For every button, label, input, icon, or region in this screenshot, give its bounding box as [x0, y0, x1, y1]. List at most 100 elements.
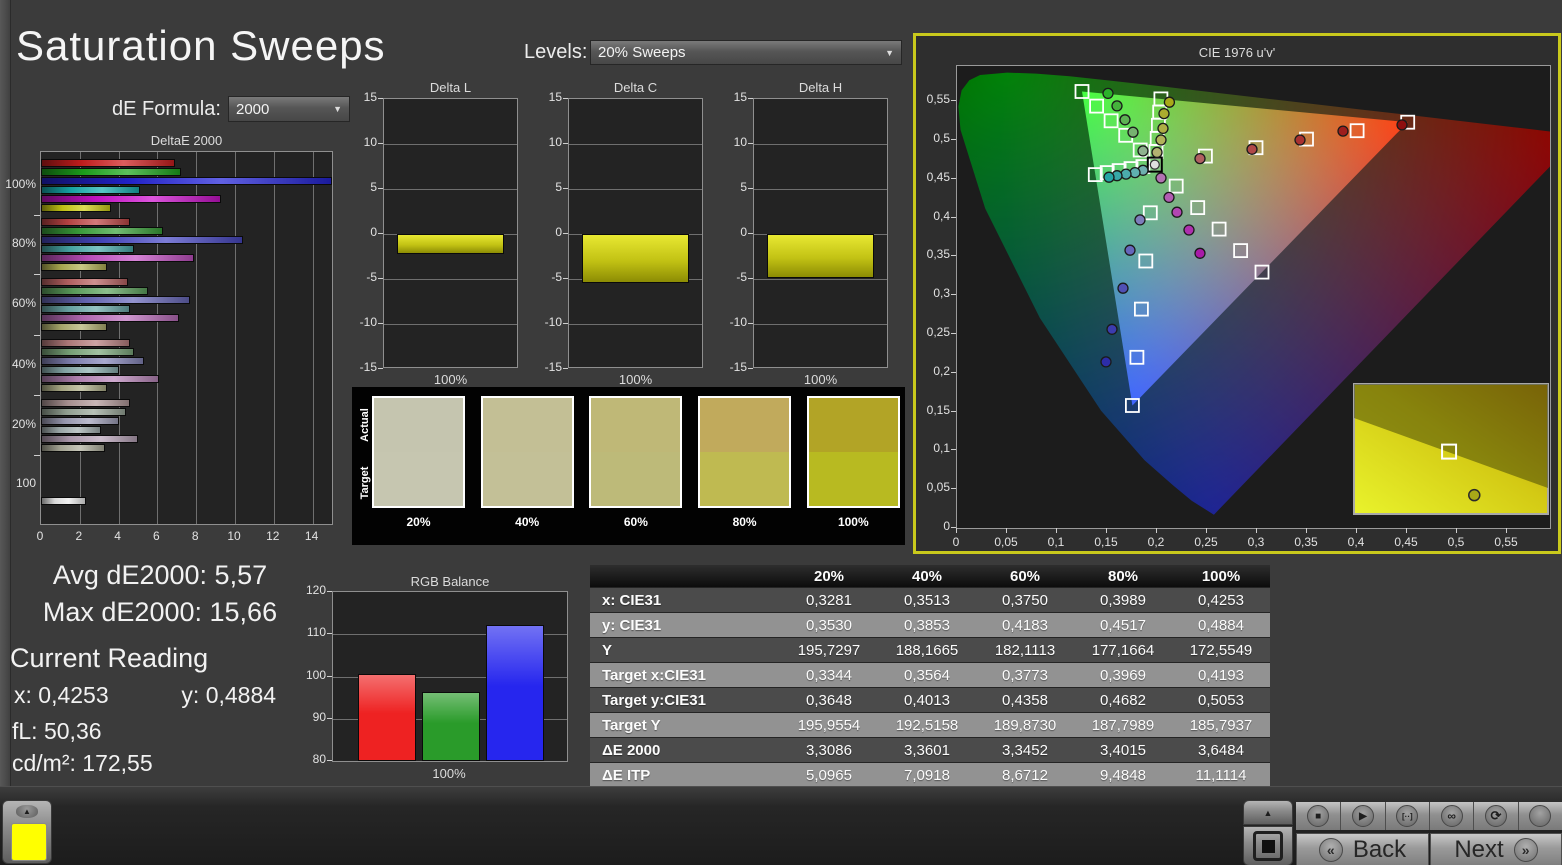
delta_l-chart[interactable] [383, 98, 518, 368]
group-label: 100% [5, 177, 36, 191]
table-cell: 0,4013 [878, 687, 976, 713]
levels-dropdown[interactable]: 20% Sweeps ▼ [590, 40, 902, 65]
axis-tick [951, 371, 956, 373]
marker-button[interactable]: [··] [1384, 802, 1429, 830]
y-tick-label: 0 [370, 225, 377, 239]
axis-tick [1456, 528, 1457, 533]
axis-tick [1056, 528, 1057, 533]
actual-target-swatch-panel: Actual Target 20% 40% 60% 80% 100% [352, 387, 905, 545]
chevron-down-icon: ▼ [333, 104, 342, 114]
deltae-bar-blue [41, 417, 119, 425]
target-swatch [374, 452, 463, 506]
measured-point-magenta [1155, 172, 1167, 184]
pattern-window-button[interactable]: ▲ [2, 800, 52, 864]
deltae-bar-red [41, 339, 131, 347]
table-cell: 0,3989 [1074, 587, 1172, 613]
current-reading-title: Current Reading [10, 643, 209, 673]
deltae-bar-cyan [41, 245, 135, 253]
measured-point-green [1102, 87, 1114, 100]
table-cell: 188,1665 [878, 637, 976, 663]
actual-swatch [482, 398, 572, 452]
fl-reading: fL: 50,36 [12, 718, 102, 744]
axis-tick [378, 368, 383, 369]
measured-point-yellow [1163, 96, 1176, 108]
axis-tick [378, 278, 383, 279]
y-tick-label: -10 [359, 315, 377, 329]
table-cell: 0,3344 [780, 662, 878, 688]
axis-tick [748, 368, 753, 369]
axis-tick [1256, 528, 1257, 533]
delta_h-chart[interactable] [753, 98, 888, 368]
axis-tick [951, 294, 956, 296]
compare-swatch-40% [480, 396, 574, 508]
refresh-icon: ⟳ [1484, 805, 1507, 827]
delta_l-bar [397, 234, 504, 254]
cie-chart-panel[interactable]: CIE 1976 u'v' 0 0,05 0,1 0,15 0,2 0,25 0… [913, 33, 1561, 554]
cie-x-tick: 0,25 [1194, 535, 1218, 549]
table-cell: 0,3513 [878, 587, 976, 613]
table-column-header: 80% [1074, 565, 1172, 588]
table-row: ΔE 2000 3,3086 3,3601 3,3452 3,4015 3,6484 [590, 737, 1270, 763]
table-row-label: Target y:CIE31 [590, 687, 780, 713]
axis-tick [563, 188, 568, 189]
target-row-label: Target [359, 466, 371, 500]
avg-de-stat: Avg dE2000: 5,57 [20, 560, 300, 591]
square-in-square-icon [1253, 831, 1283, 861]
table-cell: 0,4253 [1172, 587, 1270, 613]
cie-y-tick: 0,05 [926, 480, 950, 495]
cie-x-tick: 0,1 [1047, 535, 1065, 549]
collapsed-side-panel[interactable] [0, 0, 11, 865]
blank-button[interactable] [1517, 802, 1562, 830]
play-button[interactable]: ▶ [1340, 802, 1385, 830]
axis-tick [563, 323, 568, 324]
swatch-column-label: 20% [406, 515, 431, 529]
group-label: 60% [11, 296, 36, 310]
deltae-bar-magenta [41, 195, 222, 203]
table-row-label: x: CIE31 [590, 587, 780, 613]
levels-label: Levels: [524, 41, 588, 63]
de-formula-dropdown[interactable]: 2000 ▼ [228, 96, 350, 122]
x-tick-label: 0 [36, 529, 44, 543]
axis-tick [327, 675, 332, 677]
cie-chart-title: CIE 1976 u'v' [1198, 45, 1276, 60]
table-column-header: 60% [976, 565, 1074, 588]
refresh-button[interactable]: ⟳ [1473, 802, 1518, 830]
axis-tick [378, 143, 383, 144]
rgb-balance-chart[interactable] [332, 591, 568, 762]
transport-controls: ■ ▶ [··] ∞ ⟳ [1296, 802, 1562, 830]
next-button[interactable]: Next » [1430, 833, 1562, 865]
deltae-bar-green [41, 408, 127, 416]
table-corner-cell [590, 565, 780, 588]
deltae-bar-magenta [41, 375, 160, 383]
chevron-up-icon: ▲ [1263, 807, 1273, 818]
y-tick-label: 15 [363, 90, 377, 104]
table-cell: 189,8730 [976, 712, 1074, 738]
deltae-bar-yellow [41, 323, 107, 331]
delta_h-bar [767, 234, 874, 279]
loop-infinite-button[interactable]: ∞ [1429, 802, 1474, 830]
cie-x-tick: 0,4 [1347, 535, 1365, 549]
delta_l-x-label: 100% [433, 372, 468, 387]
table-cell: 195,9554 [780, 712, 878, 738]
pattern-fullscreen-button[interactable] [1243, 826, 1293, 865]
panel-expand-button[interactable]: ▲ [1243, 800, 1293, 825]
swatch-column-label: 60% [623, 515, 648, 529]
table-cell: 0,4193 [1172, 662, 1270, 688]
cie-x-tick: 0,55 [1494, 535, 1518, 549]
measured-point-blue [1124, 244, 1136, 256]
axis-tick [34, 274, 40, 275]
stop-button[interactable]: ■ [1296, 802, 1341, 830]
delta_c-chart[interactable] [568, 98, 703, 368]
levels-value: 20% Sweeps [598, 44, 686, 61]
chevron-up-icon: ▲ [16, 805, 38, 818]
deltae-chart[interactable] [40, 151, 333, 525]
table-cell: 5,0965 [780, 762, 878, 788]
table-cell: 0,4183 [976, 612, 1074, 638]
measured-point-cyan [1103, 171, 1115, 183]
x-tick-label: 8 [191, 529, 199, 543]
target-swatch [700, 452, 790, 506]
avg-de-value: 5,57 [214, 560, 268, 590]
back-button[interactable]: « Back [1296, 833, 1429, 865]
y-tick-label: -15 [544, 360, 562, 374]
gridline [569, 189, 702, 190]
